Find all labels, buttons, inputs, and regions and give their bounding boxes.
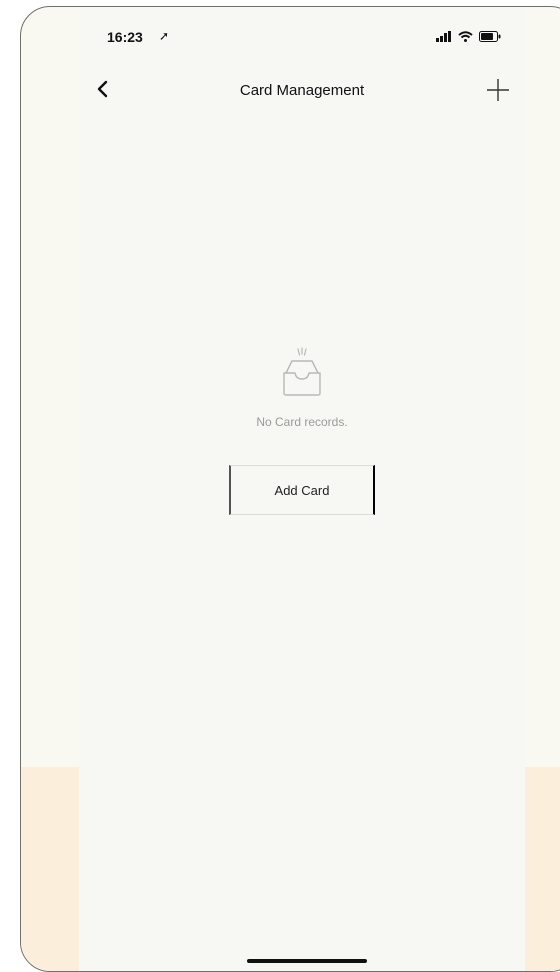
empty-state: No Card records. [79,347,525,429]
app-screen: 16:23 ➚ Card Management No Card records.… [79,7,525,971]
location-icon: ➚ [159,29,170,43]
empty-tray-icon [283,347,321,396]
page-title: Card Management [239,82,365,99]
status-icons [436,31,501,42]
status-bar: 16:23 ➚ [79,7,525,63]
empty-message: No Card records. [256,415,348,429]
add-card-button[interactable]: Add Card [229,465,375,515]
page: 16:23 ➚ Card Management No Card records.… [0,0,560,972]
plus-icon[interactable] [485,77,511,103]
home-indicator[interactable] [247,959,367,963]
battery-icon [479,31,501,42]
status-time: 16:23 [107,29,143,45]
wifi-icon [458,31,473,42]
phone-frame: 16:23 ➚ Card Management No Card records.… [20,6,560,972]
nav-bar: Card Management [79,67,525,117]
signal-icon [436,31,451,42]
